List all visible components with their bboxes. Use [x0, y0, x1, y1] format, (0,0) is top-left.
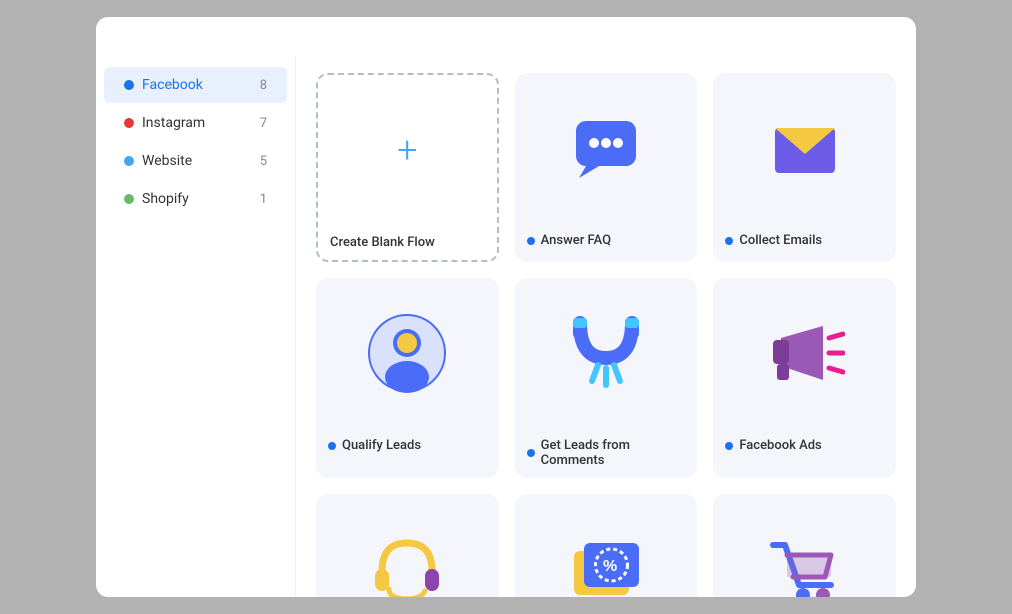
sidebar-item-left: Website	[124, 153, 192, 169]
template-dot-get-leads-comments	[527, 449, 535, 457]
sidebar-item-left: Facebook	[124, 77, 203, 93]
status-dot-shopify	[124, 194, 134, 204]
template-icon-coupon: %	[515, 494, 698, 597]
template-label-answer-faq: Answer FAQ	[515, 223, 698, 258]
template-dot-collect-emails	[725, 237, 733, 245]
sidebar-item-left: Shopify	[124, 191, 189, 207]
template-label-text-answer-faq: Answer FAQ	[541, 233, 611, 248]
template-card-answer-faq[interactable]: Answer FAQ	[515, 73, 698, 262]
status-dot-facebook	[124, 80, 134, 90]
modal-body: Facebook 8 Instagram 7 Website 5 Shopify 1 + Cre…	[96, 57, 916, 597]
template-icon-get-leads-comments	[515, 278, 698, 428]
templates-area: + Create Blank Flow Answer FAQ Collect Em…	[296, 57, 916, 597]
template-label-text-get-leads-comments: Get Leads from Comments	[541, 438, 686, 468]
template-card-collect-emails[interactable]: Collect Emails	[713, 73, 896, 262]
template-card-support[interactable]: Customer Support	[316, 494, 499, 597]
avatar-icon	[367, 313, 447, 393]
sidebar-label-website: Website	[142, 153, 192, 169]
plus-icon: +	[397, 132, 417, 168]
template-card-facebook-ads[interactable]: Facebook Ads	[713, 278, 896, 478]
templates-grid: + Create Blank Flow Answer FAQ Collect Em…	[316, 73, 896, 597]
modal-header	[96, 17, 916, 57]
template-label-text-facebook-ads: Facebook Ads	[739, 438, 821, 453]
template-card-blank[interactable]: + Create Blank Flow	[316, 73, 499, 262]
sidebar-count-website: 5	[260, 154, 267, 169]
magnet-icon	[570, 313, 642, 393]
sidebar-item-instagram[interactable]: Instagram 7	[104, 105, 287, 141]
sidebar-item-shopify[interactable]: Shopify 1	[104, 181, 287, 217]
template-label-text-qualify-leads: Qualify Leads	[342, 438, 421, 453]
template-card-get-leads-comments[interactable]: Get Leads from Comments	[515, 278, 698, 478]
template-card-coupon[interactable]: % Share a Coupon	[515, 494, 698, 597]
template-label-facebook-ads: Facebook Ads	[713, 428, 896, 463]
close-button[interactable]	[884, 37, 892, 45]
sidebar-item-left: Instagram	[124, 115, 205, 131]
cart-icon	[765, 533, 845, 597]
sidebar-count-facebook: 8	[260, 78, 267, 93]
status-dot-website	[124, 156, 134, 166]
template-label-get-leads-comments: Get Leads from Comments	[515, 428, 698, 478]
template-dot-qualify-leads	[328, 442, 336, 450]
megaphone-icon	[765, 318, 845, 388]
status-dot-instagram	[124, 118, 134, 128]
svg-text:%: %	[603, 558, 617, 575]
template-card-cart[interactable]: Recover Abandoned Cart	[713, 494, 896, 597]
template-icon-collect-emails	[713, 73, 896, 223]
headset-icon	[367, 533, 447, 597]
template-card-qualify-leads[interactable]: Qualify Leads	[316, 278, 499, 478]
template-dot-answer-faq	[527, 237, 535, 245]
sidebar: Facebook 8 Instagram 7 Website 5 Shopify 1	[96, 57, 296, 597]
template-icon-answer-faq	[515, 73, 698, 223]
template-icon-support	[316, 494, 499, 597]
sidebar-item-facebook[interactable]: Facebook 8	[104, 67, 287, 103]
template-label-qualify-leads: Qualify Leads	[316, 428, 499, 463]
template-modal: Facebook 8 Instagram 7 Website 5 Shopify 1 + Cre…	[96, 17, 916, 597]
template-icon-cart	[713, 494, 896, 597]
sidebar-count-shopify: 1	[260, 192, 267, 207]
template-icon-qualify-leads	[316, 278, 499, 428]
coupon-icon: %	[566, 533, 646, 597]
chat-icon	[571, 116, 641, 181]
template-label-text-collect-emails: Collect Emails	[739, 233, 822, 248]
sidebar-label-facebook: Facebook	[142, 77, 203, 93]
template-icon-facebook-ads	[713, 278, 896, 428]
email-icon	[771, 118, 839, 178]
sidebar-label-instagram: Instagram	[142, 115, 205, 131]
sidebar-item-website[interactable]: Website 5	[104, 143, 287, 179]
sidebar-label-shopify: Shopify	[142, 191, 189, 207]
sidebar-count-instagram: 7	[260, 116, 267, 131]
template-label-text-blank: Create Blank Flow	[330, 235, 435, 250]
template-icon-blank: +	[318, 75, 497, 225]
template-label-collect-emails: Collect Emails	[713, 223, 896, 258]
template-label-blank: Create Blank Flow	[318, 225, 497, 260]
template-dot-facebook-ads	[725, 442, 733, 450]
